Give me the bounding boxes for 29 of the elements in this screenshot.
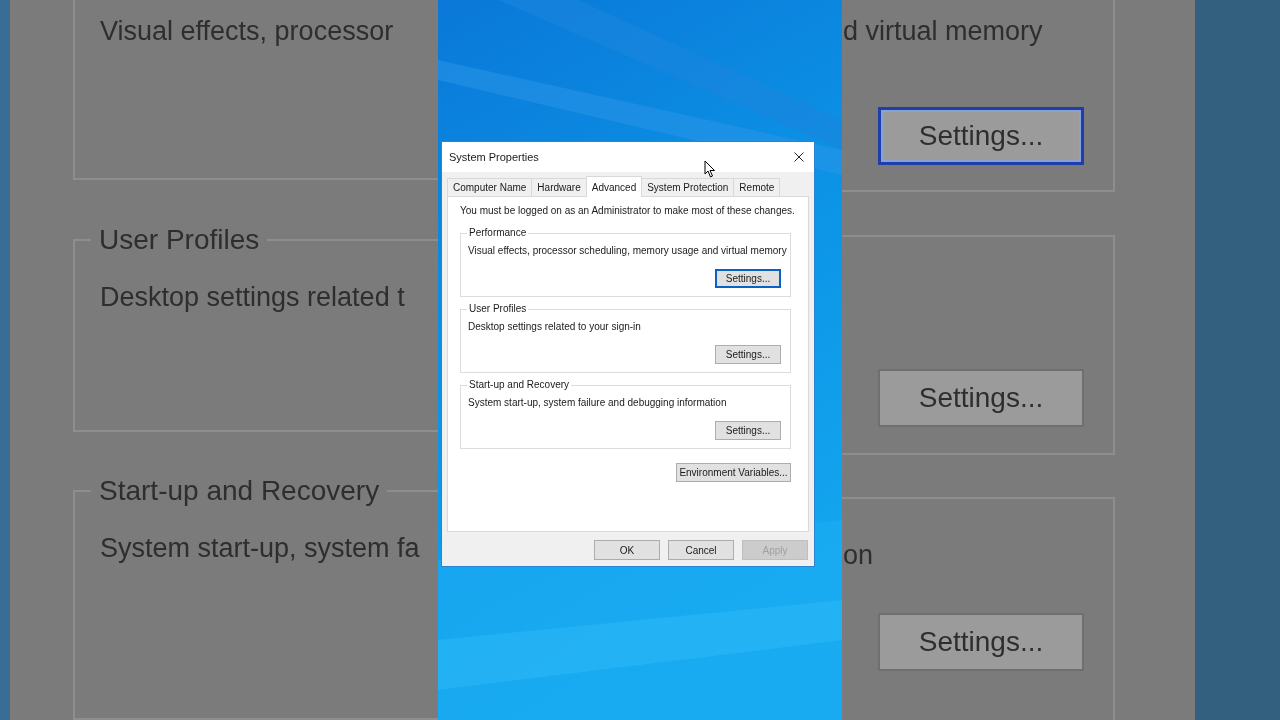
settings-button[interactable]: Settings... bbox=[878, 369, 1084, 427]
tab[interactable]: Computer Name bbox=[447, 178, 533, 196]
group-description: Visual effects, processor bbox=[99, 15, 395, 48]
group-title: Performance bbox=[468, 227, 528, 239]
group-title: User Profiles bbox=[468, 303, 528, 315]
group-description: on bbox=[842, 539, 875, 572]
group-description: System start-up, system failure and debugging information bbox=[468, 396, 727, 409]
settings-button[interactable]: Settings... bbox=[715, 345, 781, 364]
tab[interactable]: Advanced bbox=[585, 176, 643, 197]
dialog-button[interactable]: Cancel bbox=[668, 540, 734, 560]
dialog-button[interactable]: OK bbox=[594, 540, 660, 560]
group-title: Start-up and Recovery bbox=[468, 379, 571, 391]
group-description: Desktop settings related t bbox=[99, 281, 406, 315]
group-description: Desktop settings related to your sign-in bbox=[468, 320, 641, 333]
settings-button[interactable]: Settings... bbox=[878, 613, 1084, 671]
environment-variables-button[interactable]: Environment Variables... bbox=[676, 463, 791, 482]
group-title: Start-up and Recovery bbox=[98, 473, 381, 508]
group-description: Visual effects, processor scheduling, memory usage and virtual memory bbox=[468, 244, 787, 257]
settings-button[interactable]: Settings... bbox=[878, 107, 1084, 165]
tab[interactable]: Remote bbox=[733, 178, 781, 196]
tab[interactable]: System Protection bbox=[641, 178, 735, 196]
window-title: System Properties bbox=[449, 151, 539, 163]
settings-button[interactable]: Settings... bbox=[715, 421, 781, 440]
group-description: System start-up, system fa bbox=[99, 531, 421, 565]
group-description: d virtual memory bbox=[842, 15, 1044, 48]
group-title: User Profiles bbox=[98, 223, 261, 258]
close-icon[interactable] bbox=[794, 152, 804, 162]
settings-button[interactable]: Settings... bbox=[715, 269, 781, 288]
notice-text: You must be logged on as an Administrator to make most of these changes. bbox=[460, 204, 795, 217]
